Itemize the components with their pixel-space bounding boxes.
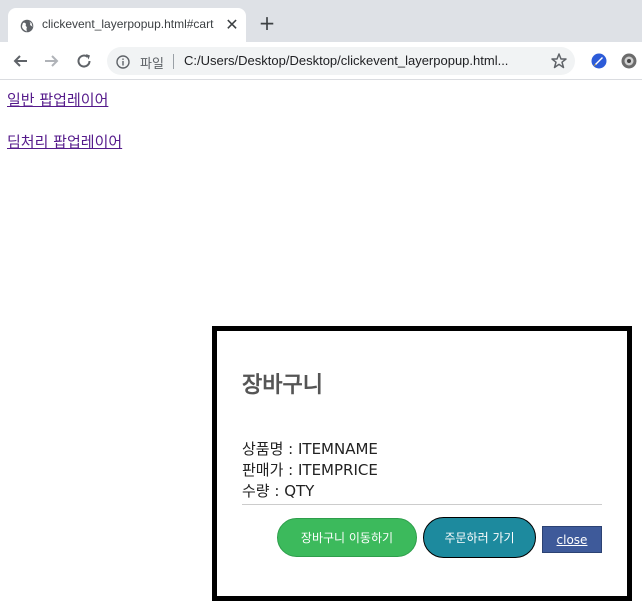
new-tab-icon[interactable]: + xyxy=(258,13,276,33)
security-label: 파일 xyxy=(140,56,164,71)
link-normal-popup-layer[interactable]: 일반 팝업레이어 xyxy=(7,89,108,110)
price-line: 판매가 : ITEMPRICE xyxy=(242,461,378,479)
globe-icon xyxy=(20,18,34,33)
forward-arrow-icon[interactable] xyxy=(42,51,62,71)
product-name-line: 상품명 : ITEMNAME xyxy=(242,440,378,458)
extension-icon[interactable] xyxy=(590,52,608,70)
browser-toolbar: 파일 C:/Users/Desktop/Desktop/clickevent_l… xyxy=(0,42,642,80)
bookmark-star-icon[interactable] xyxy=(550,52,568,70)
tab-title: clickevent_layerpopup.html#cart xyxy=(42,17,214,31)
reload-icon[interactable] xyxy=(74,51,94,71)
go-to-order-button[interactable]: 주문하러 가기 xyxy=(423,517,536,558)
quantity-line: 수량 : QTY xyxy=(242,482,315,500)
link-dimmed-popup-layer[interactable]: 딤처리 팝업레이어 xyxy=(7,131,122,152)
extension-icon-2[interactable] xyxy=(620,52,638,70)
omnibox-divider xyxy=(173,54,174,69)
address-bar[interactable]: 파일 C:/Users/Desktop/Desktop/clickevent_l… xyxy=(107,47,575,75)
browser-tab[interactable]: clickevent_layerpopup.html#cart ✕ xyxy=(8,8,246,42)
close-button[interactable]: close xyxy=(542,526,602,553)
tab-strip: clickevent_layerpopup.html#cart ✕ + xyxy=(0,0,642,42)
popup-title: 장바구니 xyxy=(242,373,323,398)
close-tab-icon[interactable]: ✕ xyxy=(224,17,240,33)
cart-layer-popup: 장바구니 상품명 : ITEMNAME 판매가 : ITEMPRICE 수량 :… xyxy=(212,326,632,601)
go-to-cart-button[interactable]: 장바구니 이동하기 xyxy=(277,518,417,557)
url-text[interactable]: C:/Users/Desktop/Desktop/clickevent_laye… xyxy=(184,53,542,68)
back-arrow-icon[interactable] xyxy=(10,51,30,71)
popup-divider xyxy=(242,504,602,505)
info-icon[interactable] xyxy=(116,54,130,69)
